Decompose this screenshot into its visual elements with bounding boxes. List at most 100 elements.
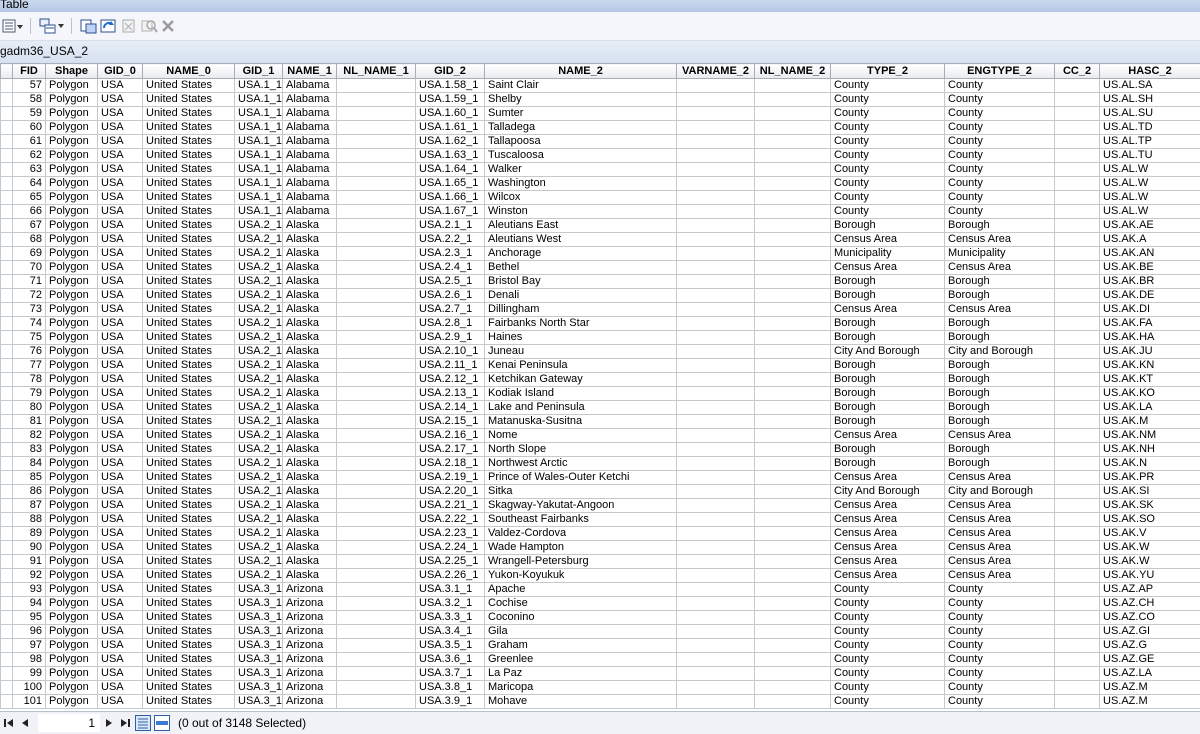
- cell-type-2[interactable]: County: [831, 695, 945, 709]
- table-row[interactable]: 64PolygonUSAUnited StatesUSA.1_1AlabamaU…: [1, 177, 1200, 191]
- cell-type-2[interactable]: Borough: [831, 359, 945, 373]
- cell-name-0[interactable]: United States: [143, 149, 235, 163]
- cell-nl-name-2[interactable]: [755, 695, 831, 709]
- cell-name-2[interactable]: Gila: [485, 625, 677, 639]
- cell-hasc-2[interactable]: US.AL.SA: [1100, 79, 1200, 93]
- cell-shape[interactable]: Polygon: [46, 499, 98, 513]
- cell-name-2[interactable]: Bristol Bay: [485, 275, 677, 289]
- cell-nl-name-2[interactable]: [755, 681, 831, 695]
- cell-gid-0[interactable]: USA: [98, 527, 143, 541]
- cell-hasc-2[interactable]: US.AK.AE: [1100, 219, 1200, 233]
- cell-name-0[interactable]: United States: [143, 485, 235, 499]
- cell-shape[interactable]: Polygon: [46, 79, 98, 93]
- row-selector[interactable]: [1, 233, 13, 247]
- cell-varname-2[interactable]: [677, 387, 755, 401]
- cell-fid[interactable]: 68: [13, 233, 46, 247]
- cell-hasc-2[interactable]: US.AZ.M: [1100, 681, 1200, 695]
- table-row[interactable]: 76PolygonUSAUnited StatesUSA.2_1AlaskaUS…: [1, 345, 1200, 359]
- cell-fid[interactable]: 72: [13, 289, 46, 303]
- cell-varname-2[interactable]: [677, 611, 755, 625]
- cell-name-2[interactable]: Anchorage: [485, 247, 677, 261]
- cell-name-1[interactable]: Alaska: [283, 415, 337, 429]
- cell-name-1[interactable]: Alaska: [283, 359, 337, 373]
- cell-nl-name-2[interactable]: [755, 415, 831, 429]
- cell-gid-1[interactable]: USA.2_1: [235, 345, 283, 359]
- cell-type-2[interactable]: Borough: [831, 289, 945, 303]
- cell-nl-name-2[interactable]: [755, 583, 831, 597]
- cell-name-0[interactable]: United States: [143, 415, 235, 429]
- cell-name-0[interactable]: United States: [143, 541, 235, 555]
- cell-gid-0[interactable]: USA: [98, 639, 143, 653]
- cell-name-0[interactable]: United States: [143, 639, 235, 653]
- cell-gid-1[interactable]: USA.1_1: [235, 177, 283, 191]
- cell-name-0[interactable]: United States: [143, 359, 235, 373]
- cell-gid-1[interactable]: USA.2_1: [235, 555, 283, 569]
- cell-type-2[interactable]: County: [831, 191, 945, 205]
- cell-engtype-2[interactable]: Census Area: [945, 233, 1055, 247]
- row-selector[interactable]: [1, 695, 13, 709]
- table-row[interactable]: 70PolygonUSAUnited StatesUSA.2_1AlaskaUS…: [1, 261, 1200, 275]
- cell-engtype-2[interactable]: County: [945, 625, 1055, 639]
- cell-gid-2[interactable]: USA.2.2_1: [416, 233, 485, 247]
- cell-type-2[interactable]: City And Borough: [831, 345, 945, 359]
- cell-name-1[interactable]: Alaska: [283, 219, 337, 233]
- cell-gid-1[interactable]: USA.2_1: [235, 303, 283, 317]
- cell-engtype-2[interactable]: County: [945, 79, 1055, 93]
- cell-fid[interactable]: 71: [13, 275, 46, 289]
- cell-nl-name-1[interactable]: [337, 401, 416, 415]
- cell-varname-2[interactable]: [677, 681, 755, 695]
- row-selector-header[interactable]: [1, 64, 13, 79]
- cell-name-0[interactable]: United States: [143, 121, 235, 135]
- cell-type-2[interactable]: County: [831, 93, 945, 107]
- cell-gid-2[interactable]: USA.2.18_1: [416, 457, 485, 471]
- cell-gid-0[interactable]: USA: [98, 625, 143, 639]
- table-row[interactable]: 81PolygonUSAUnited StatesUSA.2_1AlaskaUS…: [1, 415, 1200, 429]
- cell-type-2[interactable]: County: [831, 205, 945, 219]
- cell-gid-0[interactable]: USA: [98, 569, 143, 583]
- cell-gid-2[interactable]: USA.2.13_1: [416, 387, 485, 401]
- cell-nl-name-1[interactable]: [337, 317, 416, 331]
- cell-gid-1[interactable]: USA.1_1: [235, 121, 283, 135]
- cell-cc-2[interactable]: [1055, 541, 1100, 555]
- cell-gid-1[interactable]: USA.2_1: [235, 499, 283, 513]
- cell-engtype-2[interactable]: Census Area: [945, 513, 1055, 527]
- cell-engtype-2[interactable]: Borough: [945, 401, 1055, 415]
- cell-nl-name-2[interactable]: [755, 79, 831, 93]
- cell-hasc-2[interactable]: US.AK.NH: [1100, 443, 1200, 457]
- cell-gid-0[interactable]: USA: [98, 149, 143, 163]
- cell-nl-name-2[interactable]: [755, 121, 831, 135]
- cell-nl-name-1[interactable]: [337, 331, 416, 345]
- cell-shape[interactable]: Polygon: [46, 121, 98, 135]
- switch-selection-button[interactable]: [100, 17, 118, 35]
- table-row[interactable]: 97PolygonUSAUnited StatesUSA.3_1ArizonaU…: [1, 639, 1200, 653]
- cell-name-0[interactable]: United States: [143, 79, 235, 93]
- cell-cc-2[interactable]: [1055, 149, 1100, 163]
- cell-nl-name-2[interactable]: [755, 205, 831, 219]
- cell-gid-0[interactable]: USA: [98, 219, 143, 233]
- cell-nl-name-2[interactable]: [755, 191, 831, 205]
- cell-nl-name-2[interactable]: [755, 247, 831, 261]
- cell-cc-2[interactable]: [1055, 429, 1100, 443]
- cell-cc-2[interactable]: [1055, 345, 1100, 359]
- cell-fid[interactable]: 92: [13, 569, 46, 583]
- cell-shape[interactable]: Polygon: [46, 527, 98, 541]
- cell-gid-1[interactable]: USA.3_1: [235, 611, 283, 625]
- cell-nl-name-1[interactable]: [337, 387, 416, 401]
- row-selector[interactable]: [1, 373, 13, 387]
- cell-hasc-2[interactable]: US.AK.KT: [1100, 373, 1200, 387]
- table-row[interactable]: 77PolygonUSAUnited StatesUSA.2_1AlaskaUS…: [1, 359, 1200, 373]
- cell-hasc-2[interactable]: US.AK.A: [1100, 233, 1200, 247]
- table-row[interactable]: 79PolygonUSAUnited StatesUSA.2_1AlaskaUS…: [1, 387, 1200, 401]
- cell-fid[interactable]: 96: [13, 625, 46, 639]
- cell-gid-1[interactable]: USA.1_1: [235, 93, 283, 107]
- cell-shape[interactable]: Polygon: [46, 513, 98, 527]
- cell-nl-name-1[interactable]: [337, 191, 416, 205]
- cell-gid-2[interactable]: USA.2.4_1: [416, 261, 485, 275]
- cell-name-1[interactable]: Alabama: [283, 149, 337, 163]
- cell-nl-name-1[interactable]: [337, 639, 416, 653]
- cell-nl-name-2[interactable]: [755, 317, 831, 331]
- cell-hasc-2[interactable]: US.AK.JU: [1100, 345, 1200, 359]
- cell-varname-2[interactable]: [677, 457, 755, 471]
- cell-name-2[interactable]: Coconino: [485, 611, 677, 625]
- cell-gid-0[interactable]: USA: [98, 667, 143, 681]
